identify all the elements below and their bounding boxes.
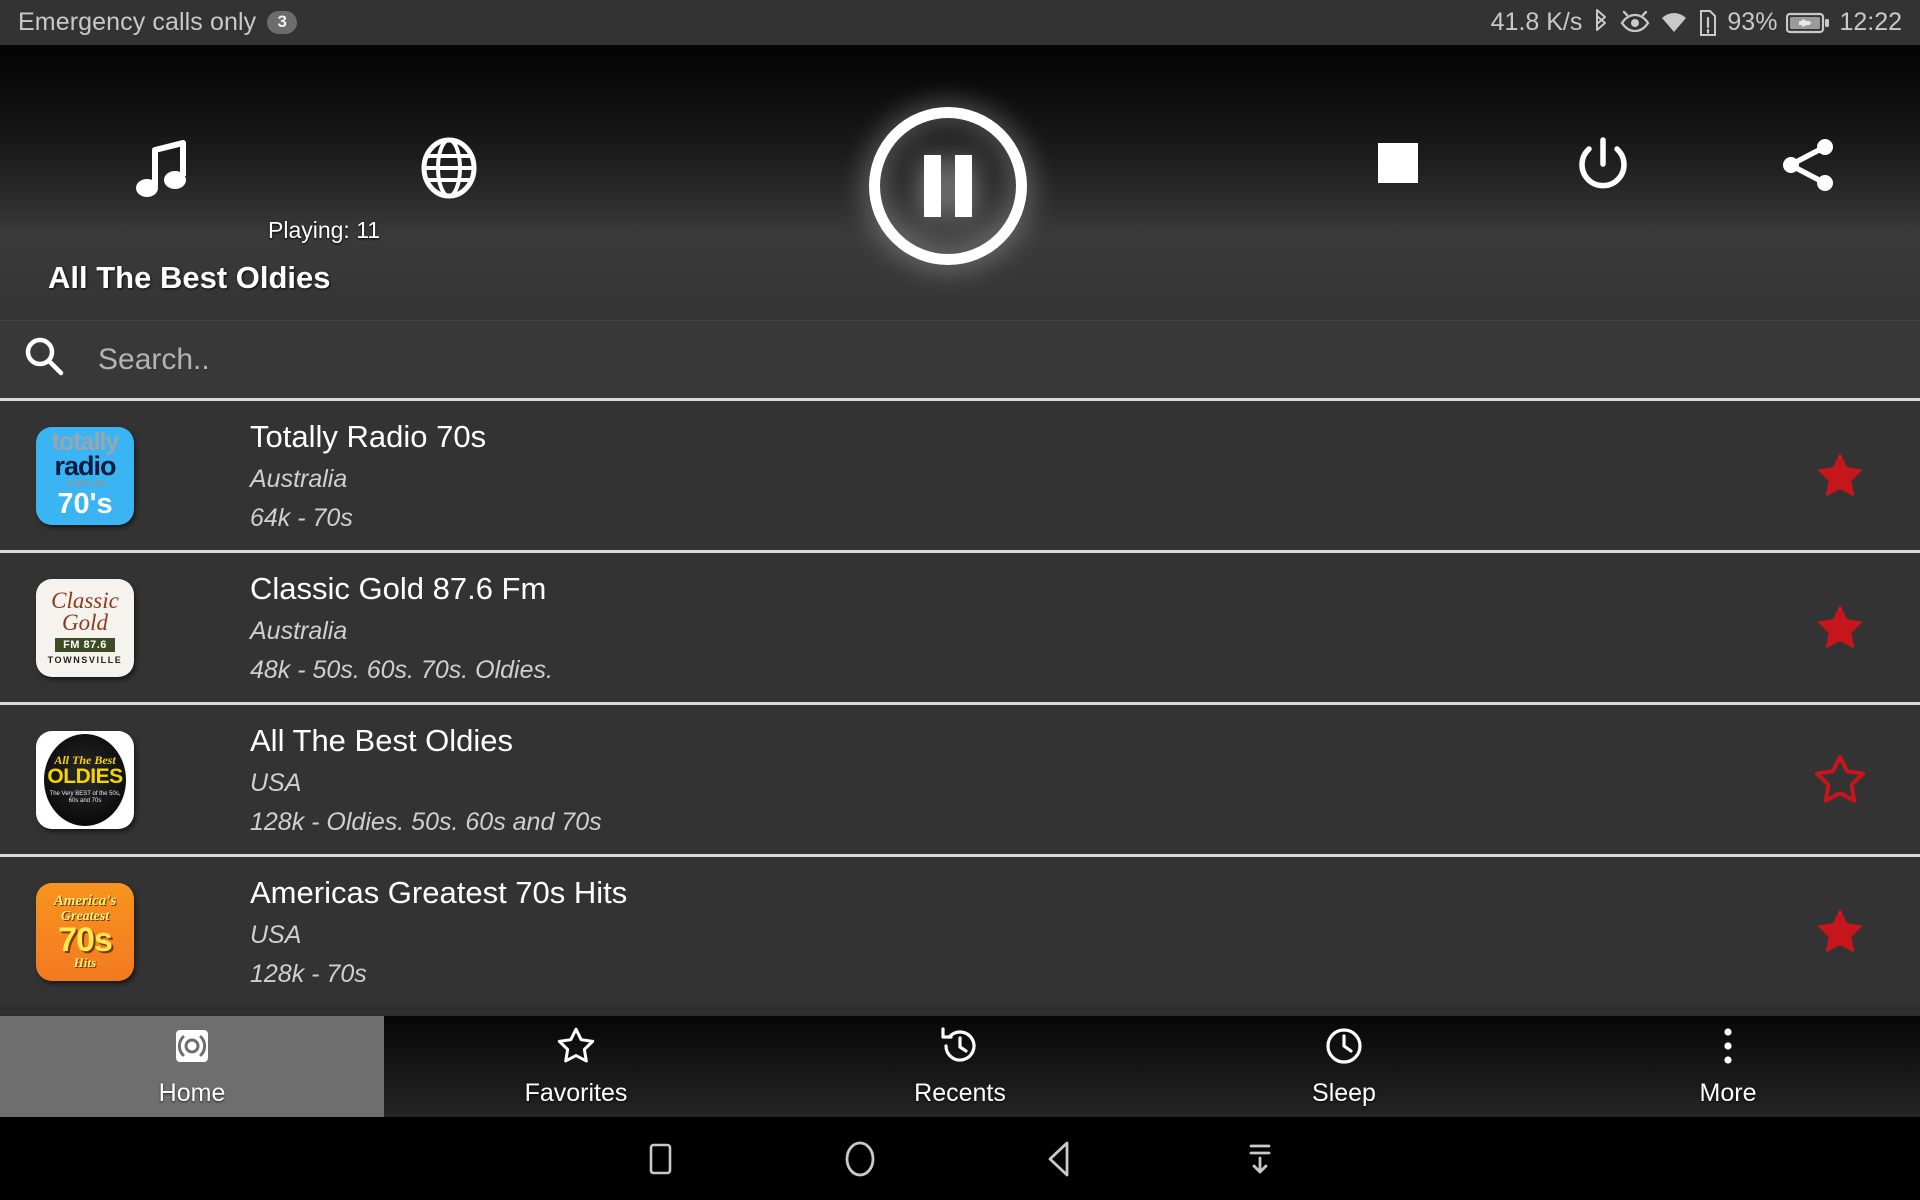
table-row[interactable]: Classic Gold FM 87.6 TOWNSVILLE Classic … <box>0 550 1920 702</box>
favorite-toggle[interactable] <box>1760 751 1920 809</box>
vinyl-disc: All The Best OLDIES The Very BEST of the… <box>44 733 126 826</box>
totally-radio-70s-logo: totally radio .com.au 70's <box>36 426 134 525</box>
tab-recents[interactable]: Recents <box>768 1016 1152 1117</box>
tab-sleep[interactable]: Sleep <box>1152 1016 1536 1117</box>
tab-favorites[interactable]: Favorites <box>384 1016 768 1117</box>
logo-line-2-text: OLDIES <box>47 765 123 789</box>
all-the-best-oldies-logo: All The Best OLDIES The Very BEST of the… <box>36 730 134 829</box>
search-bar[interactable] <box>0 320 1920 398</box>
star-filled-icon <box>1816 452 1864 497</box>
table-row[interactable]: America's Greatest 70s Hits Americas Gre… <box>0 854 1920 1006</box>
favorite-toggle[interactable] <box>1760 599 1920 657</box>
favorite-toggle[interactable] <box>1760 447 1920 505</box>
logo-line-3: FM 87.6 <box>55 638 115 653</box>
tab-more[interactable]: More <box>1536 1016 1920 1117</box>
music-note-icon[interactable] <box>135 140 189 204</box>
clock-text: 12:22 <box>1839 8 1902 36</box>
tab-sleep-label: Sleep <box>1312 1079 1376 1107</box>
tab-more-label: More <box>1699 1079 1757 1107</box>
eye-icon <box>1620 10 1650 36</box>
home-circle-icon[interactable] <box>760 1137 960 1181</box>
station-country: USA <box>250 920 302 949</box>
logo-line-4: 70's <box>57 487 113 520</box>
bottom-tab-bar: Home Favorites Recents Sleep More <box>0 1015 1920 1117</box>
logo-line-3: 70s <box>58 921 113 960</box>
table-row[interactable]: totally radio .com.au 70's Totally Radio… <box>0 398 1920 550</box>
now-playing-title: All The Best Oldies <box>48 259 331 295</box>
carrier-text: Emergency calls only <box>18 8 257 36</box>
playing-count-label: Playing: 11 <box>268 217 381 243</box>
classic-gold-logo: Classic Gold FM 87.6 TOWNSVILLE <box>36 578 134 677</box>
station-name: All The Best Oldies <box>250 722 514 758</box>
logo-line-2: Gold <box>62 610 108 636</box>
history-icon <box>938 1025 982 1072</box>
hide-keyboard-icon[interactable] <box>1160 1137 1360 1181</box>
station-name: Totally Radio 70s <box>250 418 487 454</box>
logo-line-3: The Very BEST of the 50s, 60s and 70s <box>49 791 121 805</box>
star-filled-icon <box>1816 908 1864 953</box>
station-logo-cell: All The Best OLDIES The Very BEST of the… <box>0 730 170 829</box>
station-meta: Classic Gold 87.6 Fm Australia 48k - 50s… <box>170 571 1760 685</box>
player-header: Playing: 11 <box>0 45 1920 265</box>
recents-square-icon[interactable] <box>560 1137 760 1181</box>
clock-icon <box>1322 1025 1366 1072</box>
wifi-icon <box>1659 10 1689 36</box>
favorite-toggle[interactable] <box>1760 903 1920 961</box>
station-info: 64k - 70s <box>250 503 353 532</box>
star-outline-icon <box>1814 754 1866 803</box>
network-speed-text: 41.8 K/s <box>1490 8 1583 36</box>
americas-greatest-70s-hits-logo: America's Greatest 70s Hits <box>36 882 134 981</box>
station-meta: Totally Radio 70s Australia 64k - 70s <box>170 419 1760 533</box>
station-meta: All The Best Oldies USA 128k - Oldies. 5… <box>170 723 1760 837</box>
station-logo-cell: totally radio .com.au 70's <box>0 426 170 525</box>
status-bar-right: 41.8 K/s 93% 12:22 <box>1491 8 1902 37</box>
sim-alert-icon <box>1698 9 1718 37</box>
app-root: Emergency calls only 3 41.8 K/s 93% 12:2… <box>0 0 1920 1200</box>
station-logo-cell: America's Greatest 70s Hits <box>0 882 170 981</box>
station-name: Americas Greatest 70s Hits <box>250 874 628 910</box>
station-info: 128k - 70s <box>250 959 367 988</box>
status-bar-left: Emergency calls only 3 <box>18 8 298 37</box>
search-input[interactable] <box>98 342 1920 377</box>
star-filled-icon <box>1816 604 1864 649</box>
battery-charging-icon <box>1786 10 1830 36</box>
broadcast-icon <box>169 1025 215 1072</box>
tab-favorites-label: Favorites <box>524 1079 628 1107</box>
station-meta: Americas Greatest 70s Hits USA 128k - 70… <box>170 875 1760 989</box>
logo-line-1: America's <box>53 892 117 909</box>
station-list: totally radio .com.au 70's Totally Radio… <box>0 398 1920 1006</box>
notification-count-badge: 3 <box>267 11 298 34</box>
power-button[interactable] <box>1575 137 1631 195</box>
logo-line-1: Classic <box>51 587 119 613</box>
tab-home-label: Home <box>158 1079 226 1107</box>
stop-button[interactable] <box>1375 140 1421 186</box>
star-outline-icon <box>554 1025 598 1072</box>
station-info: 128k - Oldies. 50s. 60s and 70s <box>250 807 602 836</box>
station-logo-cell: Classic Gold FM 87.6 TOWNSVILLE <box>0 578 170 677</box>
station-info: 48k - 50s. 60s. 70s. Oldies. <box>250 655 553 684</box>
bluetooth-icon <box>1591 8 1611 37</box>
logo-line-2: radio <box>54 450 116 481</box>
table-row[interactable]: All The Best OLDIES The Very BEST of the… <box>0 702 1920 854</box>
more-vertical-icon <box>1706 1025 1750 1072</box>
logo-line-4: TOWNSVILLE <box>47 655 123 666</box>
station-country: USA <box>250 768 302 797</box>
tab-home[interactable]: Home <box>0 1016 384 1117</box>
status-bar: Emergency calls only 3 41.8 K/s 93% 12:2… <box>0 0 1920 45</box>
globe-icon[interactable] <box>420 137 478 199</box>
share-button[interactable] <box>1780 137 1838 193</box>
logo-line-2: OLDIES <box>47 765 123 789</box>
pause-button[interactable] <box>865 103 1030 268</box>
logo-line-4: Hits <box>73 955 97 971</box>
station-country: Australia <box>250 464 348 493</box>
back-triangle-icon[interactable] <box>960 1137 1160 1181</box>
station-name: Classic Gold 87.6 Fm <box>250 570 547 606</box>
android-navigation-bar <box>0 1117 1920 1200</box>
battery-percent-text: 93% <box>1727 8 1778 36</box>
tab-recents-label: Recents <box>914 1079 1006 1107</box>
station-country: Australia <box>250 616 348 645</box>
pause-icon <box>868 106 1027 265</box>
search-icon[interactable] <box>22 335 66 384</box>
